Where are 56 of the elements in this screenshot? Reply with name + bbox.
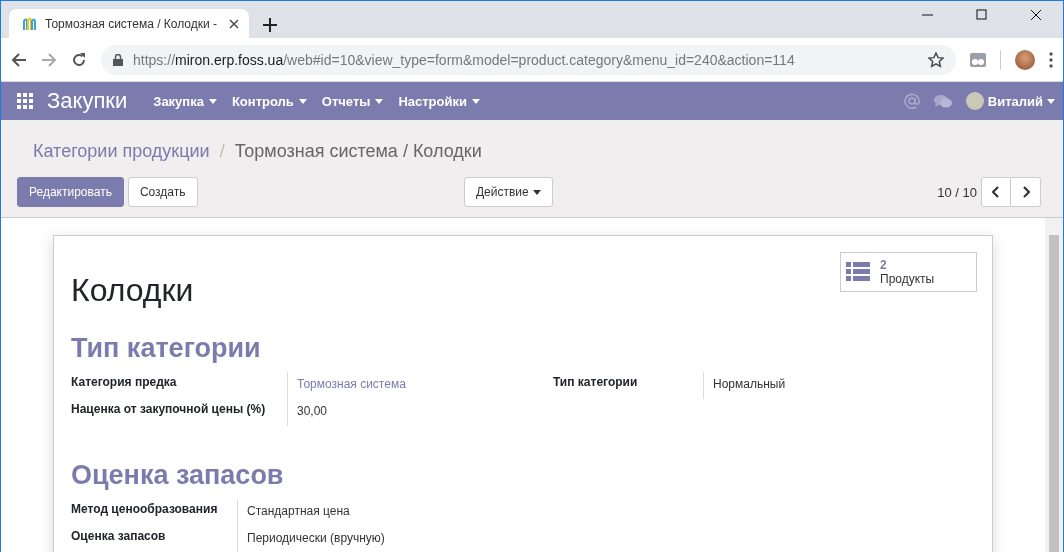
caret-icon — [472, 98, 480, 104]
list-icon — [846, 262, 870, 282]
previous-button[interactable] — [981, 177, 1011, 207]
back-icon[interactable] — [11, 51, 27, 68]
record-title: Колодки — [71, 272, 194, 309]
field-value: 30,00 — [287, 399, 537, 426]
menu-icon[interactable] — [1049, 51, 1053, 68]
field-link[interactable]: Тормозная система — [287, 372, 537, 399]
app-name: Закупки — [47, 88, 128, 114]
lock-icon — [113, 53, 123, 66]
extension-icon[interactable] — [970, 52, 986, 67]
menu-item[interactable]: Закупка — [153, 93, 217, 109]
tab-title: Тормозная система / Колодки - — [45, 16, 219, 31]
address-bar[interactable]: https://miron.erp.foss.ua/web#id=10&view_type=form&model=product.category&menu_id=240&action=114 — [101, 44, 956, 75]
field-label: Тип категории — [553, 374, 639, 391]
breadcrumb-current: Тормозная система / Колодки — [234, 140, 482, 162]
reload-icon[interactable] — [71, 51, 87, 68]
menu-item[interactable]: Настройки — [398, 93, 480, 109]
pager-value: 10 / 10 — [937, 184, 977, 200]
scrollbar-thumb[interactable] — [1049, 235, 1059, 552]
new-tab-icon[interactable] — [263, 18, 277, 32]
close-icon[interactable] — [229, 18, 239, 29]
field-value: Нормальный — [703, 372, 953, 399]
profile-avatar[interactable] — [1015, 49, 1035, 70]
menu-item[interactable]: Отчеты — [321, 93, 384, 109]
caret-icon — [375, 98, 384, 104]
edit-button[interactable]: Редактировать — [17, 177, 124, 207]
section-title: Оценка запасов — [71, 460, 285, 491]
caret-icon — [1047, 98, 1055, 104]
field-label: Категория предка — [71, 374, 178, 391]
field-label: Наценка от закупочной цены (%) — [71, 401, 267, 418]
next-button[interactable] — [1011, 177, 1041, 207]
apps-grid-icon[interactable] — [17, 93, 33, 109]
breadcrumb-separator: / — [219, 140, 225, 162]
chevron-left-icon — [992, 186, 1000, 198]
field-value: Стандартная цена — [237, 499, 487, 526]
breadcrumb-link[interactable]: Категории продукции — [33, 140, 210, 162]
field-label: Метод ценообразования — [71, 501, 219, 518]
create-button[interactable]: Создать — [127, 177, 198, 207]
caret-icon — [298, 98, 307, 104]
user-menu[interactable]: Виталий — [965, 92, 1055, 110]
close-icon[interactable] — [1030, 9, 1042, 21]
url-text: https://miron.erp.foss.ua/web#id=10&view_type=form&model=product.category&menu_id=240&action=114 — [133, 51, 796, 68]
chevron-right-icon — [1021, 186, 1030, 198]
menu-item[interactable]: Контроль — [231, 93, 307, 109]
field-value: Периодически (вручную) — [237, 526, 487, 552]
section-title: Тип категории — [71, 333, 262, 364]
caret-icon — [532, 189, 541, 195]
action-button[interactable]: Действие — [464, 177, 553, 207]
products-smart-button[interactable]: 2 Продукты — [840, 252, 977, 292]
browser-tab[interactable]: Тормозная система / Колодки - — [9, 9, 249, 38]
favicon-icon — [21, 15, 37, 32]
field-label: Оценка запасов — [71, 528, 167, 545]
caret-icon — [208, 98, 217, 104]
maximize-icon[interactable] — [976, 9, 988, 21]
star-icon[interactable] — [928, 51, 944, 68]
